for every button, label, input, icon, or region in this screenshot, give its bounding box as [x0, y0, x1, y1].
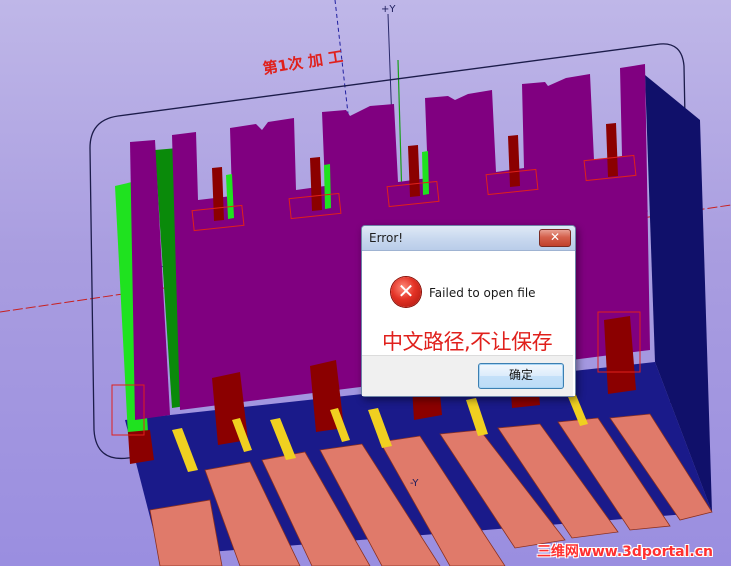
- axis-label-neg-y: -Y: [410, 478, 419, 489]
- error-x-icon: ✕: [391, 277, 421, 307]
- error-dialog: Error! ✕ ✕ Failed to open file 确定: [361, 225, 576, 397]
- axis-label-pos-y: +Y: [381, 4, 396, 15]
- dialog-titlebar[interactable]: Error! ✕: [362, 226, 575, 251]
- chinese-annotation: 中文路径,不让保存: [382, 330, 553, 354]
- close-button[interactable]: ✕: [539, 229, 571, 247]
- dialog-body: ✕ Failed to open file 确定: [362, 251, 575, 396]
- error-message: Failed to open file: [429, 286, 536, 300]
- dialog-footer: 确定: [362, 355, 573, 396]
- site-watermark: 三维网www.3dportal.cn: [536, 544, 713, 560]
- ok-button[interactable]: 确定: [478, 363, 564, 389]
- dialog-title: Error!: [369, 231, 404, 245]
- stage-label: 第1次 加 工: [262, 47, 345, 77]
